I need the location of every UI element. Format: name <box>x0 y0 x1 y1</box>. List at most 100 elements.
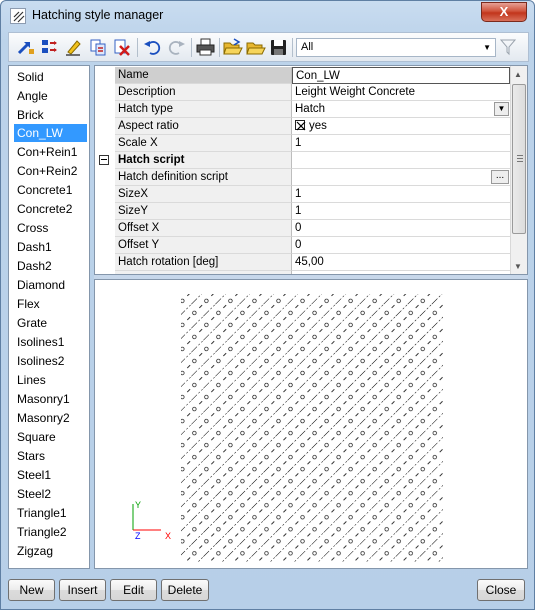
title-bar[interactable]: Hatching style manager X <box>1 1 534 31</box>
import-icon[interactable] <box>15 37 36 57</box>
property-label: Aspect ratio <box>115 118 292 135</box>
property-label: Hatch rotation [deg] <box>115 254 292 271</box>
redo-icon[interactable] <box>166 37 187 57</box>
list-item[interactable]: Con+Rein2 <box>14 162 80 180</box>
copy-icon[interactable] <box>87 37 108 57</box>
list-item[interactable]: Square <box>14 428 59 446</box>
scroll-up-icon[interactable]: ▲ <box>514 70 522 79</box>
rename-icon[interactable] <box>63 37 84 57</box>
property-row-hatch-definition-script[interactable]: Hatch definition script ... <box>95 169 510 186</box>
aspect-ratio-checkbox[interactable] <box>295 120 306 131</box>
list-item[interactable]: Con+Rein1 <box>14 143 80 161</box>
list-item[interactable]: Solid <box>14 68 47 86</box>
property-row-name[interactable]: Name Con_LW <box>95 67 510 84</box>
collapse-toggle[interactable] <box>95 152 115 169</box>
row-gutter <box>95 186 115 203</box>
hatch-style-list[interactable]: Solid Angle Brick Con_LW Con+Rein1 Con+R… <box>8 65 90 569</box>
list-item[interactable]: Isolines2 <box>14 352 67 370</box>
list-item[interactable]: Concrete1 <box>14 181 75 199</box>
open-folder-icon[interactable] <box>245 37 266 57</box>
aspect-ratio-value: yes <box>309 120 327 132</box>
property-label: Hatch definition script <box>115 169 292 186</box>
edit-button[interactable]: Edit <box>110 579 157 601</box>
scale-x-field[interactable]: 1 <box>292 135 510 152</box>
property-row-hatch-rotation[interactable]: Hatch rotation [deg] 45,00 <box>95 254 510 271</box>
delete-icon[interactable] <box>111 37 132 57</box>
list-item[interactable]: Grate <box>14 314 50 332</box>
name-field[interactable]: Con_LW <box>292 67 510 84</box>
offset-x-field[interactable]: 0 <box>292 220 510 237</box>
row-gutter <box>95 84 115 101</box>
row-gutter <box>95 220 115 237</box>
hatch-pattern <box>181 294 443 562</box>
list-item[interactable]: Triangle1 <box>14 504 70 522</box>
open-icon[interactable] <box>222 37 243 57</box>
size-y-field[interactable]: 1 <box>292 203 510 220</box>
list-item[interactable]: Brick <box>14 106 47 124</box>
window-close-button[interactable]: X <box>481 2 527 22</box>
close-button[interactable]: Close <box>477 579 525 601</box>
aspect-ratio-field[interactable]: yes <box>292 118 510 135</box>
property-row-description[interactable]: Description Leight Weight Concrete <box>95 84 510 101</box>
insert-button[interactable]: Insert <box>59 579 106 601</box>
app-icon <box>10 8 26 24</box>
list-item[interactable]: Flex <box>14 295 43 313</box>
list-item[interactable]: Zigzag <box>14 542 56 560</box>
description-field[interactable]: Leight Weight Concrete <box>292 84 510 101</box>
list-item[interactable]: Isolines1 <box>14 333 67 351</box>
scroll-down-icon[interactable]: ▼ <box>514 262 522 271</box>
offset-y-field[interactable]: 0 <box>292 237 510 254</box>
hatch-definition-script-field[interactable]: ... <box>292 169 510 186</box>
list-item[interactable]: Masonry1 <box>14 390 73 408</box>
list-item[interactable]: Concrete2 <box>14 200 75 218</box>
property-category-hatch-script[interactable]: Hatch script <box>95 152 510 169</box>
hatching-style-manager-window: Hatching style manager X All ▼ Solid Ang… <box>0 0 535 610</box>
list-item[interactable]: Masonry2 <box>14 409 73 427</box>
axis-x-label: X <box>165 531 171 541</box>
list-item[interactable]: Stars <box>14 447 48 465</box>
list-item[interactable]: Diamond <box>14 276 68 294</box>
new-button[interactable]: New <box>8 579 55 601</box>
list-item[interactable]: Steel2 <box>14 485 54 503</box>
hatch-type-value: Hatch <box>295 103 326 115</box>
filter-funnel-icon[interactable] <box>499 38 517 59</box>
property-grid-scrollbar[interactable]: ▲ ▼ <box>510 66 527 274</box>
export-icon[interactable] <box>39 37 60 57</box>
filter-value: All <box>301 41 314 53</box>
property-row-offset-x[interactable]: Offset X 0 <box>95 220 510 237</box>
property-row-size-y[interactable]: SizeY 1 <box>95 203 510 220</box>
list-item[interactable]: Triangle2 <box>14 523 70 541</box>
chevron-down-icon: ▼ <box>483 43 491 52</box>
list-item-selected[interactable]: Con_LW <box>14 124 87 142</box>
save-icon[interactable] <box>268 37 289 57</box>
toolbar-separator <box>219 38 220 57</box>
scrollbar-thumb[interactable] <box>512 84 526 234</box>
property-row-aspect-ratio[interactable]: Aspect ratio yes <box>95 118 510 135</box>
filter-select[interactable]: All ▼ <box>296 38 496 57</box>
undo-icon[interactable] <box>142 37 163 57</box>
property-row-size-x[interactable]: SizeX 1 <box>95 186 510 203</box>
property-row-scale-x[interactable]: Scale X 1 <box>95 135 510 152</box>
list-item[interactable]: Dash1 <box>14 238 55 256</box>
hatch-rotation-field[interactable]: 45,00 <box>292 254 510 271</box>
list-item[interactable]: Cross <box>14 219 51 237</box>
print-icon[interactable] <box>195 37 216 57</box>
property-label: Name <box>115 67 292 84</box>
hatch-type-select[interactable]: Hatch ▼ <box>292 101 510 118</box>
row-gutter <box>95 254 115 271</box>
property-row-offset-y[interactable]: Offset Y 0 <box>95 237 510 254</box>
list-item[interactable]: Steel1 <box>14 466 54 484</box>
list-item[interactable]: Lines <box>14 371 49 389</box>
browse-button[interactable]: ... <box>491 170 509 184</box>
chevron-down-icon[interactable]: ▼ <box>494 102 509 116</box>
hatch-preview-canvas: Y X Z <box>132 294 443 562</box>
property-label: SizeX <box>115 186 292 203</box>
collapse-icon[interactable] <box>99 155 109 165</box>
list-item[interactable]: Angle <box>14 87 51 105</box>
delete-button[interactable]: Delete <box>161 579 209 601</box>
size-x-field[interactable]: 1 <box>292 186 510 203</box>
list-item[interactable]: Dash2 <box>14 257 55 275</box>
axis-z-label: Z <box>135 531 141 541</box>
property-row-hatch-type[interactable]: Hatch type Hatch ▼ <box>95 101 510 118</box>
category-value <box>292 152 510 169</box>
